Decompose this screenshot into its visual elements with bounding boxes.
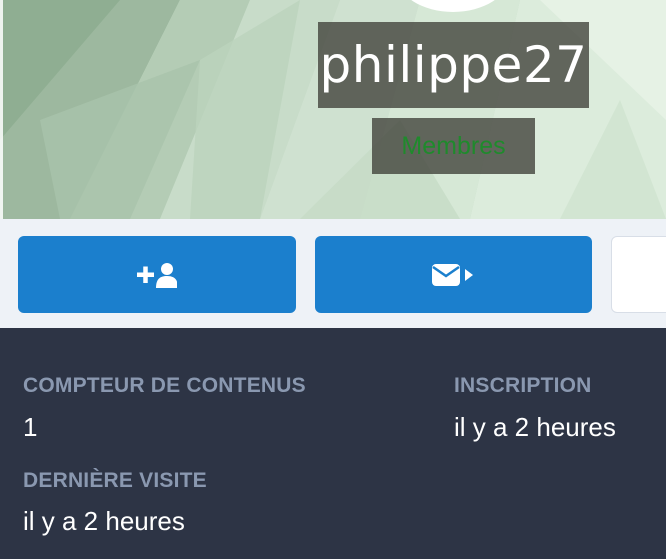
content-count-value: 1 — [23, 412, 38, 442]
follow-button[interactable] — [18, 236, 296, 313]
cover-edge — [0, 0, 3, 219]
profile-stats: COMPTEUR DE CONTENUS 1 INSCRIPTION il y … — [0, 328, 666, 559]
message-button[interactable] — [315, 236, 592, 313]
last-visit-value: il y a 2 heures — [23, 506, 185, 536]
joined-value: il y a 2 heures — [454, 412, 616, 442]
envelope-arrow-icon — [431, 263, 473, 286]
username: philippe27 — [319, 36, 588, 94]
last-visit-label: DERNIÈRE VISITE — [23, 469, 207, 492]
joined-label: INSCRIPTION — [454, 374, 592, 397]
more-options-button[interactable] — [611, 236, 666, 313]
username-badge: philippe27 — [318, 22, 589, 108]
user-plus-icon — [137, 262, 177, 288]
profile-actions — [0, 219, 666, 328]
cover-photo: philippe27 Membres — [0, 0, 666, 219]
group-badge: Membres — [372, 118, 535, 174]
content-count-label: COMPTEUR DE CONTENUS — [23, 374, 306, 397]
user-group: Membres — [401, 131, 506, 160]
